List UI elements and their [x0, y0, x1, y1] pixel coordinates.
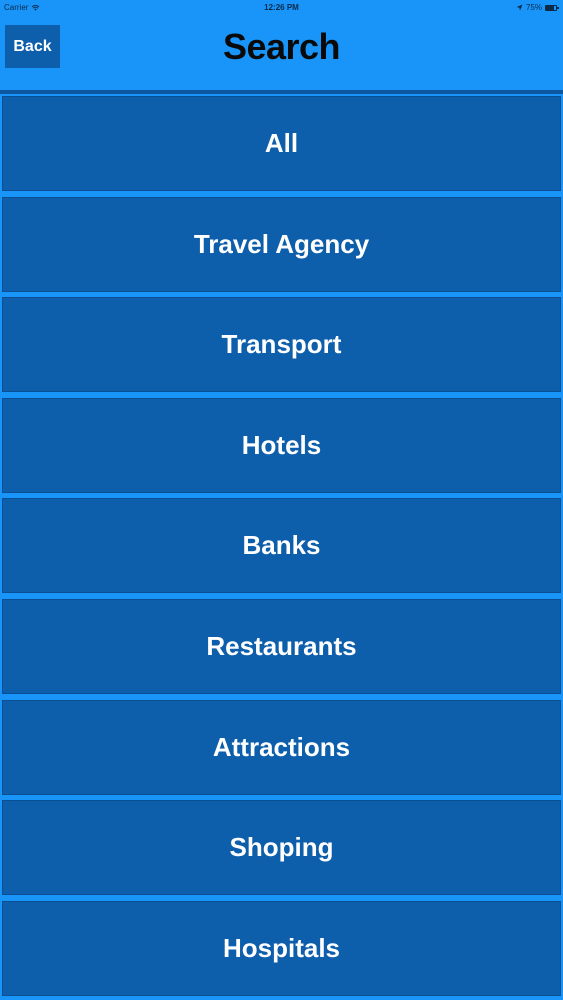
- status-right: 75%: [516, 3, 559, 12]
- category-button-transport[interactable]: Transport: [2, 297, 561, 393]
- battery-percent: 75%: [525, 3, 542, 12]
- category-button-attractions[interactable]: Attractions: [2, 699, 561, 795]
- category-button-hotels[interactable]: Hotels: [2, 397, 561, 493]
- category-button-restaurants[interactable]: Restaurants: [2, 599, 561, 694]
- location-arrow-icon: [516, 4, 523, 11]
- category-button-hospitals[interactable]: Hospitals: [2, 900, 561, 996]
- category-button-all[interactable]: All: [2, 96, 561, 191]
- status-time: 12:26 PM: [264, 3, 299, 12]
- category-button-shoping[interactable]: Shoping: [2, 800, 561, 896]
- nav-divider: [0, 90, 563, 94]
- status-bar: Carrier 12:26 PM 75%: [0, 0, 563, 16]
- page-title: Search: [222, 26, 341, 67]
- category-button-travel-agency[interactable]: Travel Agency: [2, 196, 561, 292]
- navigation-bar: Back Search: [0, 16, 563, 90]
- battery-icon: [545, 4, 559, 11]
- battery-fill: [546, 5, 554, 10]
- category-button-banks[interactable]: Banks: [2, 498, 561, 594]
